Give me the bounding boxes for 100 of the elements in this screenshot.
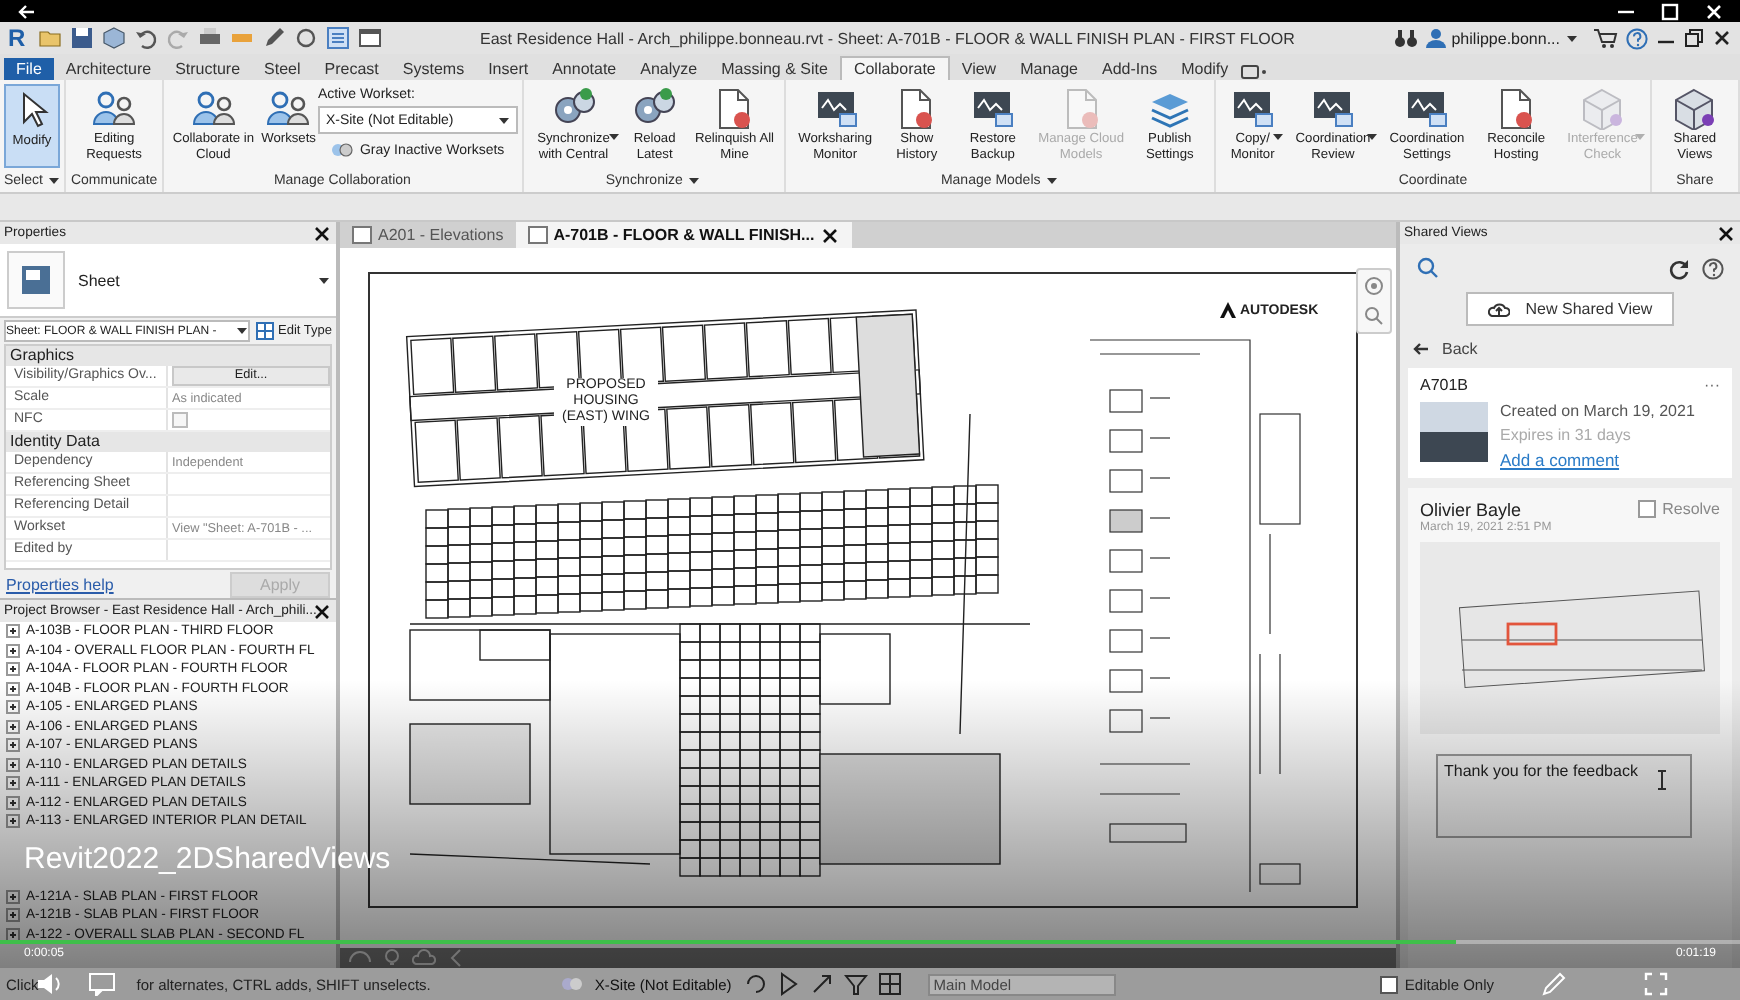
help-link[interactable]: Properties help — [6, 575, 114, 593]
document-tab[interactable]: A201 - Elevations — [340, 222, 516, 248]
pencil-icon[interactable] — [261, 26, 286, 50]
worksets-icon — [329, 138, 354, 162]
filter-icon[interactable] — [843, 972, 868, 996]
document-tab[interactable]: A-701B - FLOOR & WALL FINISH... — [515, 222, 853, 248]
caret-icon — [1046, 176, 1059, 186]
play-icon[interactable] — [775, 972, 800, 996]
monitor-icon — [1402, 86, 1451, 130]
expand-icon[interactable] — [6, 757, 20, 772]
reply-field[interactable]: Thank you for the feedback — [1436, 754, 1692, 838]
ribbon-tab[interactable]: File — [4, 58, 54, 80]
help-icon[interactable] — [1702, 257, 1724, 279]
close-icon[interactable] — [1716, 223, 1736, 243]
help-icon[interactable] — [1626, 27, 1648, 49]
caret-icon — [607, 132, 620, 142]
grid-icon[interactable] — [877, 972, 902, 996]
cube-icon[interactable] — [101, 26, 126, 50]
navigation-bar[interactable] — [1356, 268, 1392, 334]
expand-icon[interactable] — [6, 700, 20, 715]
caret-icon — [236, 326, 249, 336]
captions-icon[interactable] — [88, 972, 116, 996]
cube-icon — [1670, 86, 1719, 130]
ribbon-tab[interactable]: Collaborate — [839, 56, 950, 80]
monitor-icon — [968, 86, 1017, 130]
binoculars-icon[interactable] — [1393, 28, 1418, 48]
ribbon-tab[interactable]: Insert — [476, 58, 541, 80]
expand-icon[interactable] — [6, 795, 20, 810]
user-name: philippe.bonn... — [1451, 29, 1560, 47]
triangle-logo-icon — [1220, 302, 1236, 318]
expand-icon[interactable] — [6, 908, 20, 923]
close-icon[interactable] — [312, 223, 332, 243]
app-logo[interactable]: R — [8, 24, 26, 52]
more-button[interactable]: ··· — [1704, 376, 1720, 394]
cart-icon[interactable] — [1594, 28, 1618, 48]
ribbon-tab[interactable]: View — [949, 58, 1009, 80]
pencil-icon[interactable] — [1540, 972, 1568, 996]
arrow-left-icon — [1412, 342, 1430, 356]
type-selector[interactable]: Sheet — [0, 244, 336, 318]
save-icon[interactable] — [69, 26, 94, 50]
lightbulb-icon[interactable] — [380, 946, 404, 970]
cloud-upload-icon — [1487, 300, 1510, 318]
ribbon-tab[interactable]: Manage — [1008, 58, 1090, 80]
expand-icon[interactable] — [6, 662, 20, 677]
undo-icon[interactable] — [133, 26, 158, 50]
panel-toggle-icon[interactable] — [1240, 64, 1269, 80]
fullscreen-icon[interactable] — [1644, 972, 1668, 996]
close-icon[interactable] — [312, 601, 332, 621]
caret-icon — [1366, 132, 1379, 142]
ribbon-tab[interactable]: Precast — [312, 58, 391, 80]
group-header[interactable]: Graphics — [6, 346, 330, 366]
people-icon — [264, 86, 313, 130]
sheet-icon — [6, 250, 66, 310]
checkbox[interactable] — [172, 412, 188, 428]
add-comment-link[interactable]: Add a comment — [1500, 450, 1695, 470]
steering-wheel-icon[interactable] — [1364, 276, 1384, 296]
checkbox-label: Resolve — [1662, 500, 1720, 518]
new-shared-view-button[interactable]: New Shared View — [1465, 292, 1675, 326]
expand-icon[interactable] — [6, 814, 20, 829]
user-menu[interactable]: philippe.bonn... — [1425, 28, 1578, 48]
expand-icon[interactable] — [6, 719, 20, 734]
caret-icon — [688, 176, 701, 186]
sheet-icon — [527, 226, 548, 244]
text-cursor-icon — [1656, 770, 1668, 790]
ribbon-tab[interactable]: Analyze — [628, 58, 710, 80]
caret-icon — [48, 176, 61, 186]
rotate-icon[interactable] — [741, 972, 766, 996]
search-icon[interactable] — [1416, 256, 1440, 280]
back-arrow-icon[interactable] — [16, 3, 36, 19]
expand-icon[interactable] — [6, 927, 20, 942]
printer-icon[interactable] — [197, 26, 222, 50]
close-icon[interactable] — [820, 225, 841, 245]
expand-icon[interactable] — [6, 889, 20, 904]
group-header[interactable]: Identity Data — [6, 432, 330, 452]
expand-icon[interactable] — [6, 738, 20, 753]
zoom-icon[interactable] — [1364, 306, 1384, 326]
back-link[interactable]: Back — [1400, 334, 1740, 364]
expand-icon[interactable] — [6, 643, 20, 658]
expand-icon[interactable] — [6, 776, 20, 791]
maximize-icon[interactable] — [1660, 1, 1680, 21]
ribbon-tab[interactable]: Modify — [1169, 58, 1241, 80]
ribbon-tab[interactable]: Add-Ins — [1090, 58, 1170, 80]
expand-icon[interactable] — [6, 624, 20, 639]
volume-icon[interactable] — [36, 972, 64, 996]
drag-icon[interactable] — [809, 972, 834, 996]
ribbon-tab[interactable]: Structure — [163, 58, 253, 80]
windows-icon[interactable] — [357, 26, 382, 50]
expand-icon[interactable] — [6, 681, 20, 696]
ribbon-tab[interactable]: Architecture — [53, 58, 164, 80]
checkbox[interactable] — [1638, 500, 1657, 518]
created-date: Created on March 19, 2021 — [1500, 402, 1695, 420]
ribbon-tab[interactable]: Systems — [390, 58, 477, 80]
checkbox[interactable] — [1380, 975, 1399, 993]
refresh-icon[interactable] — [1668, 257, 1690, 279]
ribbon-tab[interactable]: Steel — [252, 58, 313, 80]
restore-icon[interactable] — [1684, 28, 1704, 48]
ribbon-tab[interactable]: Massing & Site — [709, 58, 840, 80]
close-icon[interactable] — [1712, 28, 1732, 48]
cloud-icon[interactable] — [412, 946, 436, 970]
ribbon-tab[interactable]: Annotate — [540, 58, 629, 80]
